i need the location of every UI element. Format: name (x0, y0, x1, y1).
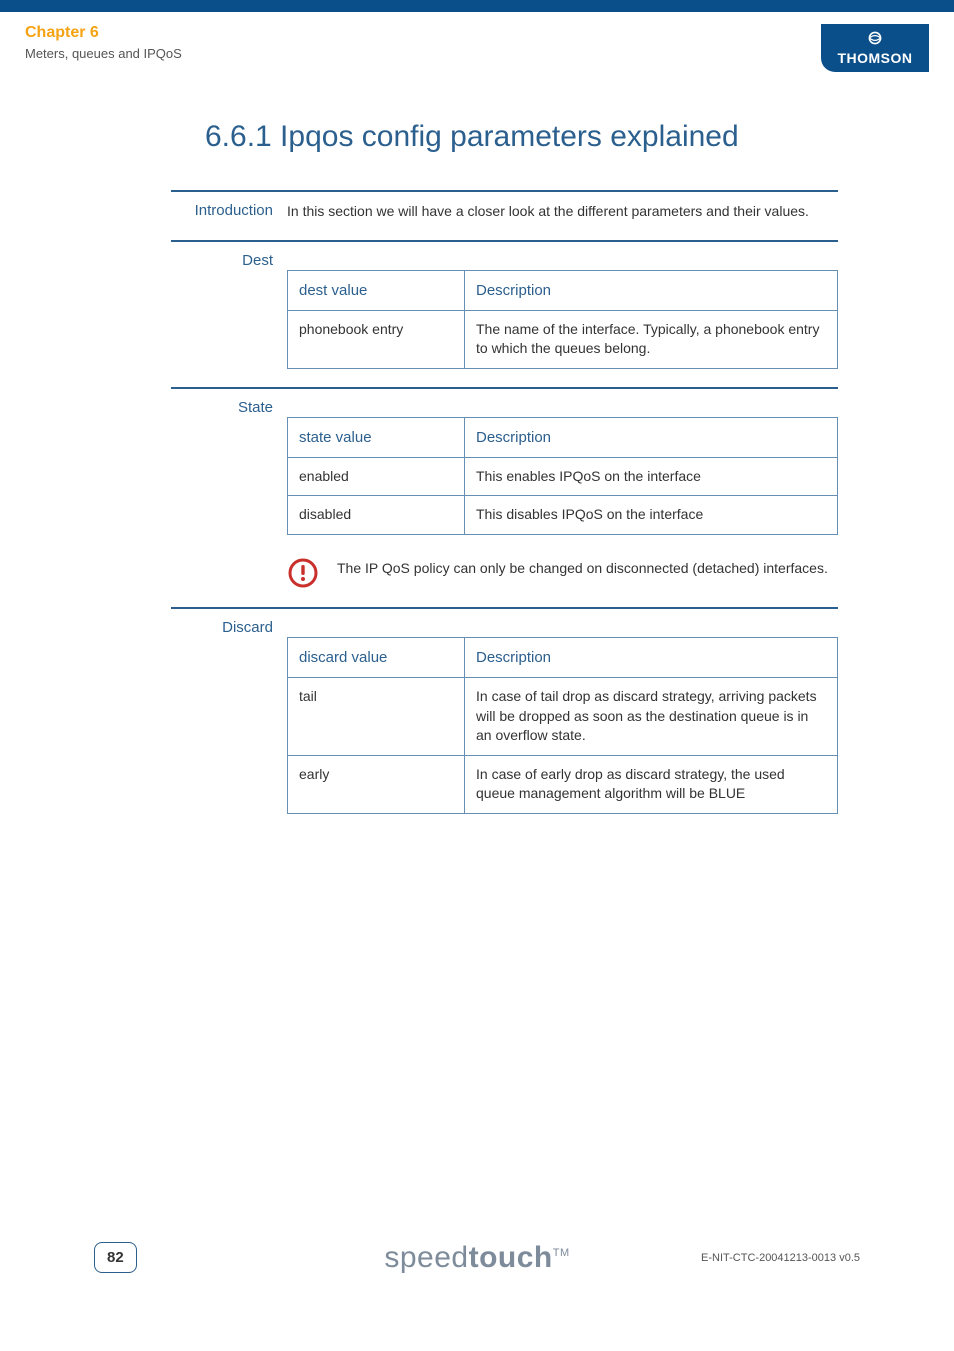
top-bar (0, 0, 954, 12)
dest-cell-value: phonebook entry (288, 310, 465, 368)
section-introduction: Introduction In this section we will hav… (171, 190, 838, 240)
thomson-logo: THOMSON (821, 24, 929, 72)
brand-light: speed (384, 1241, 468, 1274)
table-row: disabled This disables IPQoS on the inte… (288, 496, 838, 535)
state-cell-desc: This enables IPQoS on the interface (465, 457, 838, 496)
table-header-row: dest value Description (288, 270, 838, 310)
brand-bold: touch (469, 1241, 553, 1274)
state-th-desc: Description (465, 417, 838, 457)
discard-cell-desc: In case of tail drop as discard strategy… (465, 677, 838, 755)
warning-text: The IP QoS policy can only be changed on… (337, 557, 828, 579)
page-number: 82 (94, 1242, 137, 1273)
dest-cell-desc: The name of the interface. Typically, a … (465, 310, 838, 368)
section-label-introduction: Introduction (171, 202, 287, 219)
section-body-state: state value Description enabled This ena… (287, 399, 838, 589)
section-body-dest: dest value Description phonebook entry T… (287, 252, 838, 369)
state-cell-value: disabled (288, 496, 465, 535)
chapter-subtitle: Meters, queues and IPQoS (25, 46, 182, 61)
thomson-logo-text: THOMSON (837, 50, 912, 66)
discard-cell-value: early (288, 755, 465, 813)
thomson-globe-icon (867, 30, 883, 49)
chapter-block: Chapter 6 Meters, queues and IPQoS (25, 24, 182, 79)
section-label-state: State (171, 399, 287, 416)
page-footer: 82 speedtouchTM E-NIT-CTC-20041213-0013 … (0, 1242, 954, 1273)
chapter-title: Chapter 6 (25, 24, 182, 42)
section-body-introduction: In this section we will have a closer lo… (287, 202, 838, 222)
discard-cell-value: tail (288, 677, 465, 755)
brand-logo: speedtouchTM (384, 1241, 569, 1275)
section-label-dest: Dest (171, 252, 287, 269)
section-body-discard: discard value Description tail In case o… (287, 619, 838, 814)
state-cell-value: enabled (288, 457, 465, 496)
section-discard: Discard discard value Description tail I… (171, 607, 838, 832)
state-th-value: state value (288, 417, 465, 457)
content-area: Introduction In this section we will hav… (0, 190, 954, 832)
dest-table: dest value Description phonebook entry T… (287, 270, 838, 369)
state-table: state value Description enabled This ena… (287, 417, 838, 535)
discard-th-desc: Description (465, 637, 838, 677)
discard-table: discard value Description tail In case o… (287, 637, 838, 814)
dest-th-value: dest value (288, 270, 465, 310)
dest-th-desc: Description (465, 270, 838, 310)
brand-tm: TM (553, 1247, 570, 1259)
warning-note: The IP QoS policy can only be changed on… (287, 557, 838, 589)
section-state: State state value Description enabled Th… (171, 387, 838, 607)
section-dest: Dest dest value Description phonebook en… (171, 240, 838, 387)
section-label-discard: Discard (171, 619, 287, 636)
table-row: early In case of early drop as discard s… (288, 755, 838, 813)
discard-th-value: discard value (288, 637, 465, 677)
table-header-row: discard value Description (288, 637, 838, 677)
table-row: tail In case of tail drop as discard str… (288, 677, 838, 755)
table-header-row: state value Description (288, 417, 838, 457)
document-id: E-NIT-CTC-20041213-0013 v0.5 (701, 1252, 860, 1264)
discard-cell-desc: In case of early drop as discard strateg… (465, 755, 838, 813)
page-title: 6.6.1 Ipqos config parameters explained (205, 120, 739, 154)
state-cell-desc: This disables IPQoS on the interface (465, 496, 838, 535)
page-header: Chapter 6 Meters, queues and IPQoS THOMS… (25, 24, 929, 79)
table-row: phonebook entry The name of the interfac… (288, 310, 838, 368)
table-row: enabled This enables IPQoS on the interf… (288, 457, 838, 496)
warning-icon (287, 557, 319, 589)
